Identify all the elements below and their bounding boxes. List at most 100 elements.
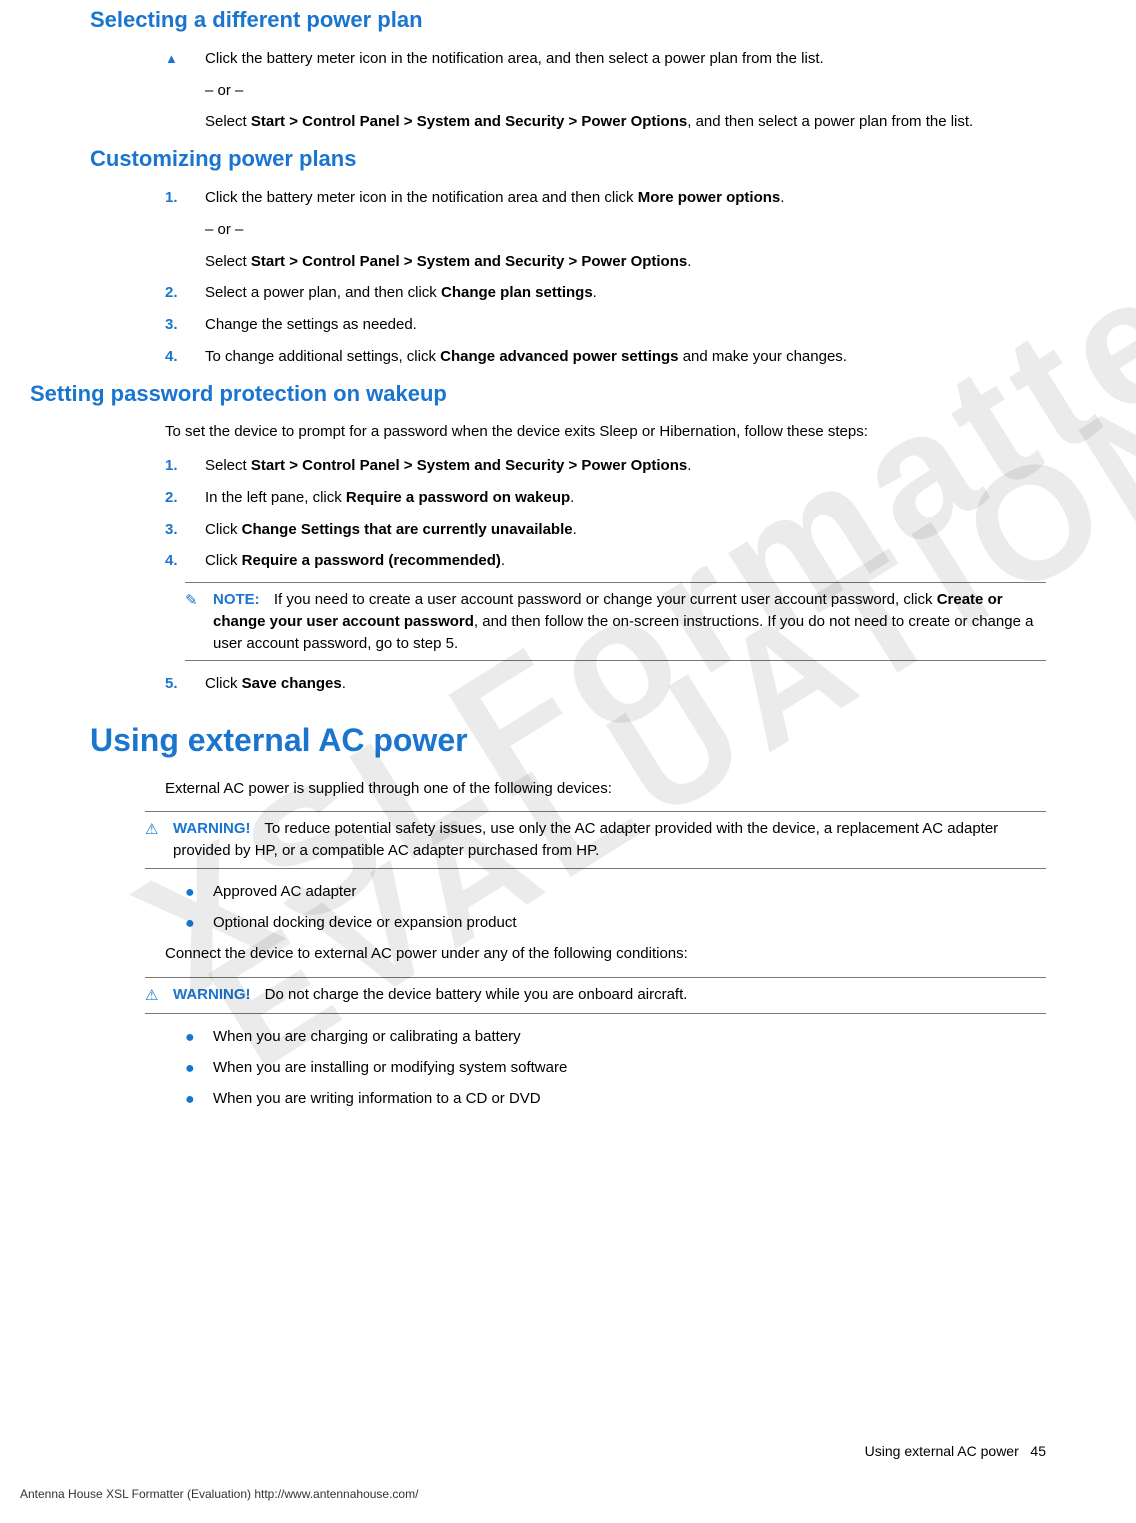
step-text: Click Save changes. (205, 673, 1046, 695)
note-icon: ✎ (185, 589, 213, 654)
text: To change additional settings, click (205, 348, 440, 365)
bold-text: Start > Control Panel > System and Secur… (251, 113, 687, 130)
text: . (780, 189, 784, 206)
list-number: 4. (165, 550, 205, 572)
text: In the left pane, click (205, 489, 346, 506)
warning-body: WARNING! To reduce potential safety issu… (173, 818, 1046, 862)
list-number: 3. (165, 314, 205, 336)
text: Select (205, 253, 251, 270)
intro-text: External AC power is supplied through on… (165, 778, 1046, 800)
text: Click (205, 521, 242, 538)
text: Do not charge the device battery while y… (265, 986, 688, 1003)
or-text: – or – (205, 80, 1046, 102)
bullet-text: Approved AC adapter (213, 881, 356, 904)
list-item: ▲ Click the battery meter icon in the no… (165, 48, 1046, 70)
triangle-icon: ▲ (165, 48, 205, 70)
text: If you need to create a user account pas… (274, 591, 937, 608)
text: , and then select a power plan from the … (687, 113, 973, 130)
list-number: 4. (165, 346, 205, 368)
step-text: To change additional settings, click Cha… (205, 346, 1046, 368)
list-item: 3. Click Change Settings that are curren… (165, 519, 1046, 541)
bold-text: Change Settings that are currently unava… (242, 521, 573, 538)
text: . (573, 521, 577, 538)
list-number: 1. (165, 455, 205, 477)
text: Click the battery meter icon in the noti… (205, 189, 638, 206)
text: Select (205, 113, 251, 130)
step-text: Click Change Settings that are currently… (205, 519, 1046, 541)
text: Select a power plan, and then click (205, 284, 441, 301)
list-item: ● When you are charging or calibrating a… (185, 1026, 1046, 1049)
bold-text: Change plan settings (441, 284, 593, 301)
text: . (342, 675, 346, 692)
list-item: ● Optional docking device or expansion p… (185, 912, 1046, 935)
list-item: ● Approved AC adapter (185, 881, 1046, 904)
connect-text: Connect the device to external AC power … (165, 943, 1046, 965)
page-number: 45 (1030, 1443, 1046, 1459)
list-number: 5. (165, 673, 205, 695)
warning-body: WARNING! Do not charge the device batter… (173, 984, 1046, 1007)
text: To reduce potential safety issues, use o… (173, 820, 998, 859)
bullet-text: Optional docking device or expansion pro… (213, 912, 517, 935)
footer-right: Using external AC power 45 (865, 1441, 1046, 1461)
or-text: – or – (205, 219, 1046, 241)
bullet-text: When you are installing or modifying sys… (213, 1057, 567, 1080)
text: . (570, 489, 574, 506)
bold-text: More power options (638, 189, 781, 206)
bold-text: Change advanced power settings (440, 348, 678, 365)
text: Select (205, 457, 251, 474)
warning-label: WARNING! (173, 986, 251, 1003)
warning-admonition: ⚠ WARNING! To reduce potential safety is… (145, 811, 1046, 869)
intro-text: To set the device to prompt for a passwo… (165, 421, 1046, 443)
bold-text: Start > Control Panel > System and Secur… (251, 457, 687, 474)
list-number: 3. (165, 519, 205, 541)
step-text: Change the settings as needed. (205, 314, 1046, 336)
text: Click (205, 552, 242, 569)
text: . (687, 457, 691, 474)
text: Click (205, 675, 242, 692)
text: . (593, 284, 597, 301)
step-text: Click the battery meter icon in the noti… (205, 187, 1046, 209)
step-text: Click the battery meter icon in the noti… (205, 48, 1046, 70)
list-item: 4. To change additional settings, click … (165, 346, 1046, 368)
bullet-text: When you are charging or calibrating a b… (213, 1026, 521, 1049)
heading-external-ac-power: Using external AC power (90, 717, 1046, 763)
heading-customizing-power-plans: Customizing power plans (90, 143, 1046, 175)
list-item: ● When you are writing information to a … (185, 1088, 1046, 1111)
footer-left: Antenna House XSL Formatter (Evaluation)… (20, 1486, 418, 1503)
list-number: 1. (165, 187, 205, 209)
list-item: 4. Click Require a password (recommended… (165, 550, 1046, 572)
footer-section-title: Using external AC power (865, 1443, 1019, 1459)
text: . (501, 552, 505, 569)
bullet-icon: ● (185, 912, 213, 935)
step-text: Select Start > Control Panel > System an… (205, 455, 1046, 477)
step-text: Select Start > Control Panel > System an… (205, 251, 1046, 273)
bold-text: Save changes (242, 675, 342, 692)
step-text: Select Start > Control Panel > System an… (205, 111, 1046, 133)
list-item: ● When you are installing or modifying s… (185, 1057, 1046, 1080)
text: and make your changes. (679, 348, 847, 365)
step-text: Click Require a password (recommended). (205, 550, 1046, 572)
note-body: NOTE: If you need to create a user accou… (213, 589, 1046, 654)
list-number: 2. (165, 487, 205, 509)
bullet-icon: ● (185, 1088, 213, 1111)
text: . (687, 253, 691, 270)
note-label: NOTE: (213, 591, 260, 608)
bold-text: Require a password on wakeup (346, 489, 570, 506)
bullet-text: When you are writing information to a CD… (213, 1088, 541, 1111)
list-item: 1. Click the battery meter icon in the n… (165, 187, 1046, 209)
heading-selecting-power-plan: Selecting a different power plan (90, 4, 1046, 36)
bold-text: Start > Control Panel > System and Secur… (251, 253, 687, 270)
warning-icon: ⚠ (145, 984, 173, 1007)
warning-label: WARNING! (173, 820, 251, 837)
bullet-icon: ● (185, 1057, 213, 1080)
list-item: 5. Click Save changes. (165, 673, 1046, 695)
warning-icon: ⚠ (145, 818, 173, 862)
list-item: 3. Change the settings as needed. (165, 314, 1046, 336)
bullet-icon: ● (185, 1026, 213, 1049)
list-item: 2. Select a power plan, and then click C… (165, 282, 1046, 304)
list-item: 1. Select Start > Control Panel > System… (165, 455, 1046, 477)
heading-password-protection: Setting password protection on wakeup (30, 378, 1046, 410)
page-content: Selecting a different power plan ▲ Click… (0, 4, 1136, 1111)
list-number: 2. (165, 282, 205, 304)
bold-text: Require a password (recommended) (242, 552, 501, 569)
